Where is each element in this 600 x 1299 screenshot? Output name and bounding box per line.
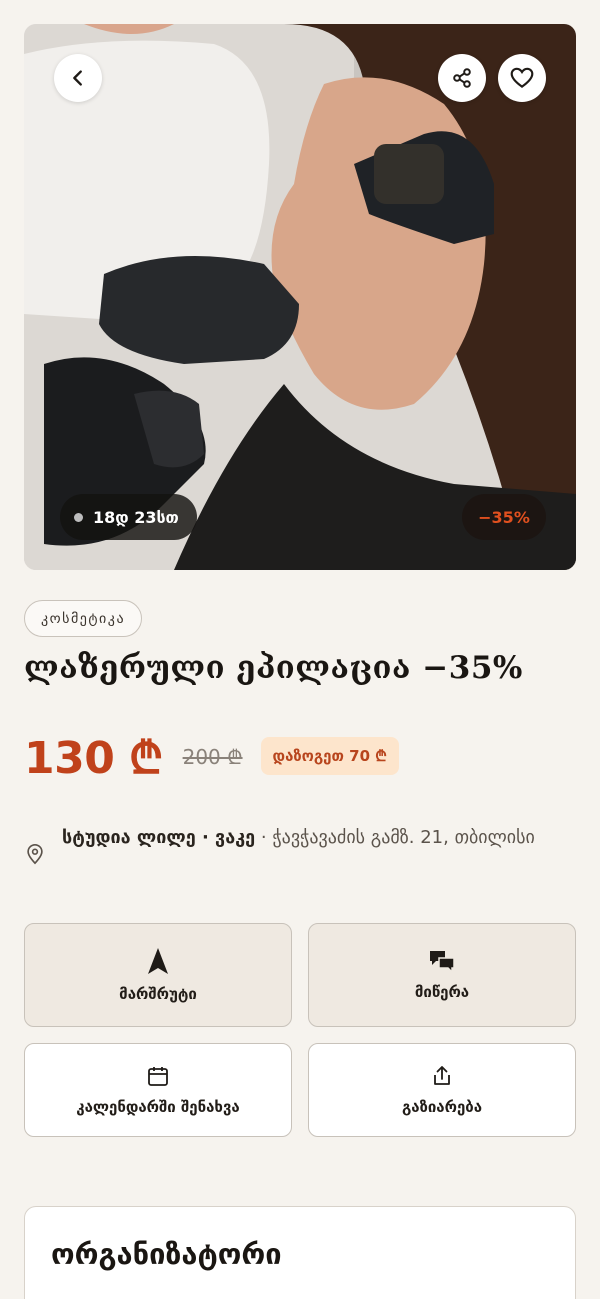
share-icon bbox=[453, 68, 471, 88]
hero-image: 18დ 23სთ −35% bbox=[24, 24, 576, 570]
savings-badge: დაზოგეთ 70 ₾ bbox=[260, 737, 399, 775]
old-price: 200 ₾ bbox=[182, 744, 243, 769]
share-label: გაზიარება bbox=[401, 1098, 483, 1116]
navigation-arrow-icon bbox=[148, 948, 168, 974]
category-tag[interactable]: კოსმეტიკა bbox=[24, 600, 143, 637]
countdown-text: 18დ 23სთ bbox=[93, 507, 179, 527]
organizer-heading: ორგანიზატორი bbox=[51, 1237, 282, 1271]
message-label: მიწერა bbox=[414, 983, 470, 1001]
hero-photo bbox=[24, 24, 576, 570]
upload-share-icon bbox=[434, 1066, 450, 1085]
location-text: სტუდია ლილე · ვაკე · ჭავჭავაძის გამზ. 21… bbox=[62, 822, 535, 866]
current-price: 130 ₾ bbox=[24, 733, 163, 784]
deal-title: ლაზერული ეპილაცია −35% bbox=[24, 650, 523, 686]
favorite-button[interactable] bbox=[498, 54, 546, 102]
route-button[interactable]: მარშრუტი bbox=[24, 923, 292, 1027]
location-pin-icon bbox=[27, 844, 43, 865]
share-button[interactable] bbox=[438, 54, 486, 102]
price-row: 130 ₾ 200 ₾ დაზოგეთ 70 ₾ bbox=[24, 726, 399, 786]
message-button[interactable]: მიწერა bbox=[308, 923, 576, 1027]
heart-icon bbox=[510, 67, 534, 88]
route-label: მარშრუტი bbox=[119, 985, 197, 1003]
venue-address: · ჭავჭავაძის გამზ. 21, თბილისი bbox=[255, 827, 535, 848]
chevron-left-icon bbox=[73, 70, 82, 86]
share-action-button[interactable]: გაზიარება bbox=[308, 1043, 576, 1137]
location-info[interactable]: სტუდია ლილე · ვაკე · ჭავჭავაძის გამზ. 21… bbox=[24, 822, 564, 866]
back-button[interactable] bbox=[54, 54, 102, 102]
organizer-card: ორგანიზატორი bbox=[24, 1206, 576, 1299]
chat-bubbles-icon bbox=[430, 951, 455, 973]
calendar-label: კალენდარში შენახვა bbox=[76, 1098, 240, 1116]
countdown-badge: 18დ 23სთ bbox=[60, 494, 197, 540]
discount-badge: −35% bbox=[462, 494, 546, 540]
calendar-icon bbox=[148, 1067, 168, 1086]
status-dot-icon bbox=[74, 512, 83, 522]
save-to-calendar-button[interactable]: კალენდარში შენახვა bbox=[24, 1043, 292, 1137]
venue-name: სტუდია ლილე · ვაკე bbox=[62, 827, 256, 848]
